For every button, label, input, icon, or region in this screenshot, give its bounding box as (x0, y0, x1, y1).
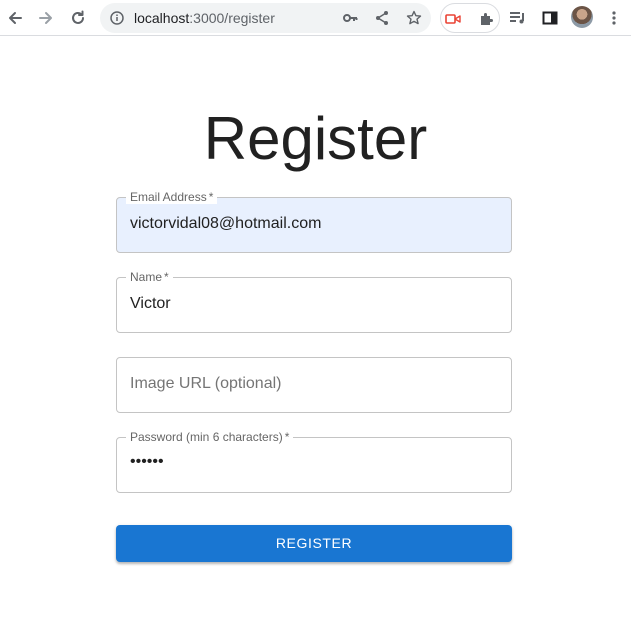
name-value: Victor (130, 295, 171, 312)
register-button[interactable]: REGISTER (116, 525, 512, 562)
password-label: Password (min 6 characters) * (126, 430, 294, 444)
url-text: localhost:3000/register (134, 10, 275, 26)
star-icon[interactable] (405, 9, 423, 27)
password-label-text: Password (min 6 characters) (130, 430, 283, 444)
media-queue-icon[interactable] (505, 5, 531, 31)
url-host: localhost (134, 10, 190, 26)
name-label-text: Name (130, 270, 163, 284)
image-url-placeholder: Image URL (optional) (130, 375, 282, 392)
reload-icon[interactable] (65, 5, 91, 31)
avatar[interactable] (571, 6, 593, 28)
password-required-mark: * (284, 430, 290, 444)
name-label: Name * (126, 270, 173, 284)
password-masked-value: •••••• (130, 453, 164, 470)
email-label-text: Email Address (130, 190, 207, 204)
extension-recorder-icon[interactable] (445, 10, 463, 28)
address-bar[interactable]: localhost:3000/register (100, 3, 431, 33)
site-info-icon[interactable] (108, 9, 126, 27)
puzzle-icon[interactable] (477, 10, 495, 28)
extensions-pill (440, 3, 500, 33)
password-field[interactable]: Password (min 6 characters) * •••••• (116, 430, 512, 493)
kebab-menu-icon[interactable] (601, 5, 627, 31)
email-required-mark: * (208, 190, 214, 204)
forward-arrow-icon[interactable] (33, 5, 59, 31)
email-label: Email Address * (126, 190, 218, 204)
back-arrow-icon[interactable] (2, 5, 28, 31)
browser-toolbar: localhost:3000/register (0, 0, 631, 36)
share-icon[interactable] (373, 9, 391, 27)
page-title: Register (203, 105, 428, 172)
email-field[interactable]: Email Address * victorvidal08@hotmail.com (116, 190, 512, 253)
url-path: :3000/register (189, 10, 275, 26)
image-url-field[interactable]: Image URL (optional) (116, 357, 512, 413)
side-panel-icon[interactable] (537, 5, 563, 31)
name-field[interactable]: Name * Victor (116, 270, 512, 333)
email-value: victorvidal08@hotmail.com (130, 215, 322, 232)
key-icon[interactable] (341, 9, 359, 27)
name-required-mark: * (164, 270, 169, 284)
